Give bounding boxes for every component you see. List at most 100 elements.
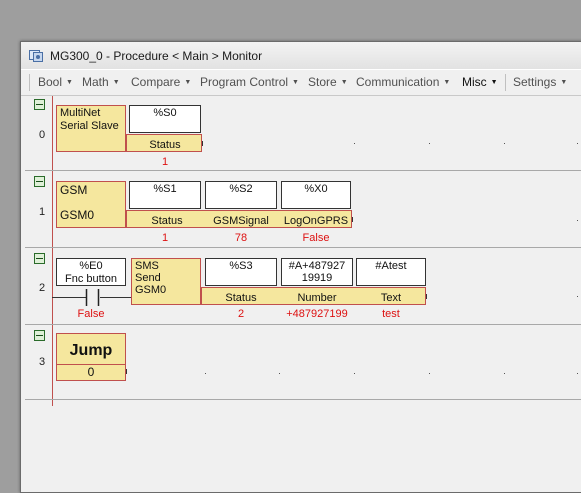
collapse-rung-0-button[interactable]: [34, 99, 45, 110]
rung-divider: [25, 324, 581, 325]
grid-dot: [577, 373, 578, 374]
menu-separator: [505, 74, 506, 91]
jump-value: 0: [87, 365, 95, 379]
menu-store[interactable]: Store ▼: [308, 75, 348, 89]
chevron-down-icon: ▼: [443, 79, 451, 86]
title-bar: MG300_0 - Procedure < Main > Monitor: [21, 42, 581, 69]
param-number-line1: #A+487927: [288, 260, 346, 272]
rung-number: 3: [39, 356, 46, 368]
chevron-down-icon: ▼: [292, 79, 299, 86]
param-value-text: test: [382, 308, 400, 320]
param-value-gsmsignal: 78: [234, 232, 248, 244]
param-box-number[interactable]: #A+487927 19919: [281, 258, 353, 286]
param-label-gsmsignal: GSMSignal: [213, 215, 269, 227]
rung-number: 2: [39, 282, 46, 294]
menu-store-label: Store: [308, 75, 337, 89]
menu-bar: Bool ▼ Math ▼ Compare ▼ Program Control ▼ St…: [21, 70, 581, 96]
grid-dot: [205, 373, 206, 374]
menu-program-control-label: Program Control: [200, 75, 289, 89]
param-label-logongprs: LogOnGPRS: [283, 215, 349, 227]
output-tick: [126, 369, 127, 374]
procedure-window: MG300_0 - Procedure < Main > Monitor Boo…: [20, 41, 581, 493]
chevron-down-icon: ▼: [490, 79, 498, 86]
output-tick: [352, 217, 353, 222]
param-box-text[interactable]: #Atest: [356, 258, 426, 286]
grid-dot: [504, 143, 505, 144]
menu-math-label: Math: [82, 75, 109, 89]
menu-communication-label: Communication: [356, 75, 440, 89]
window-title: MG300_0 - Procedure < Main > Monitor: [50, 49, 263, 63]
contact-var-box[interactable]: %E0 Fnc button: [56, 258, 126, 286]
menu-compare-label: Compare: [131, 75, 181, 89]
output-tick: [426, 294, 427, 299]
param-label-status: Status: [225, 292, 257, 304]
rung-divider: [25, 247, 581, 248]
contact-value: False: [77, 308, 105, 320]
menu-separator: [29, 74, 30, 91]
param-label-status: Status: [151, 215, 183, 227]
grid-dot: [577, 143, 578, 144]
block-title: GSM: [60, 183, 88, 197]
chevron-down-icon: ▼: [66, 79, 73, 86]
output-tick: [202, 141, 203, 146]
menu-communication[interactable]: Communication ▼: [356, 75, 450, 89]
grid-dot: [504, 373, 505, 374]
grid-dot: [354, 143, 355, 144]
grid-dot: [577, 220, 578, 221]
param-box-s2[interactable]: %S2: [205, 181, 277, 209]
param-value-number: +487927199: [286, 308, 348, 320]
grid-dot: [429, 373, 430, 374]
param-box-s0[interactable]: %S0: [129, 105, 201, 133]
block-title: Jump: [69, 342, 113, 359]
block-title: MultiNet: [60, 107, 101, 119]
menu-program-control[interactable]: Program Control ▼: [200, 75, 299, 89]
rung-number: 1: [39, 206, 46, 218]
rung-divider: [25, 399, 581, 400]
menu-math[interactable]: Math ▼: [82, 75, 120, 89]
grid-dot: [429, 143, 430, 144]
left-power-rail: [52, 96, 53, 406]
grid-dot: [279, 373, 280, 374]
param-number-line2: 19919: [301, 272, 333, 284]
chevron-down-icon: ▼: [560, 79, 568, 86]
block-subtitle: Send: [135, 272, 161, 284]
block-title: SMS: [135, 260, 159, 272]
block-subtitle: GSM0: [60, 208, 95, 222]
block-subtitle: Serial Slave: [60, 120, 119, 132]
no-contact-icon[interactable]: [85, 289, 101, 306]
menu-settings-label: Settings: [513, 75, 557, 89]
collapse-rung-3-button[interactable]: [34, 330, 45, 341]
block-instance: GSM0: [135, 284, 167, 296]
app-icon: [29, 49, 43, 62]
rung-wire: [100, 297, 131, 298]
param-label-status: Status: [149, 139, 181, 151]
rung-divider: [25, 170, 581, 171]
grid-dot: [577, 296, 578, 297]
param-label-text: Text: [380, 292, 402, 304]
param-box-x0[interactable]: %X0: [281, 181, 351, 209]
param-label-number: Number: [297, 292, 337, 304]
contact-desc: Fnc button: [65, 273, 117, 285]
menu-settings[interactable]: Settings ▼: [513, 75, 567, 89]
ladder-canvas[interactable]: 0 MultiNet Serial Slave %S0 Status 1 1 G…: [21, 96, 581, 492]
param-value-status: 1: [161, 232, 169, 244]
param-box-s1[interactable]: %S1: [129, 181, 201, 209]
rung-number: 0: [39, 129, 46, 141]
param-value-status: 2: [237, 308, 245, 320]
menu-misc[interactable]: Misc ▼: [462, 75, 498, 89]
rung-wire: [52, 297, 86, 298]
grid-dot: [354, 373, 355, 374]
param-value-status: 1: [161, 156, 169, 168]
chevron-down-icon: ▼: [184, 79, 192, 86]
param-value-logongprs: False: [302, 232, 330, 244]
collapse-rung-2-button[interactable]: [34, 253, 45, 264]
collapse-rung-1-button[interactable]: [34, 176, 45, 187]
menu-compare[interactable]: Compare ▼: [131, 75, 191, 89]
menu-misc-label: Misc: [462, 75, 487, 89]
chevron-down-icon: ▼: [112, 79, 120, 86]
menu-bool[interactable]: Bool ▼: [38, 75, 73, 89]
menu-bool-label: Bool: [38, 75, 63, 89]
contact-var: %E0: [79, 260, 103, 272]
chevron-down-icon: ▼: [340, 79, 348, 86]
param-box-s3[interactable]: %S3: [205, 258, 277, 286]
